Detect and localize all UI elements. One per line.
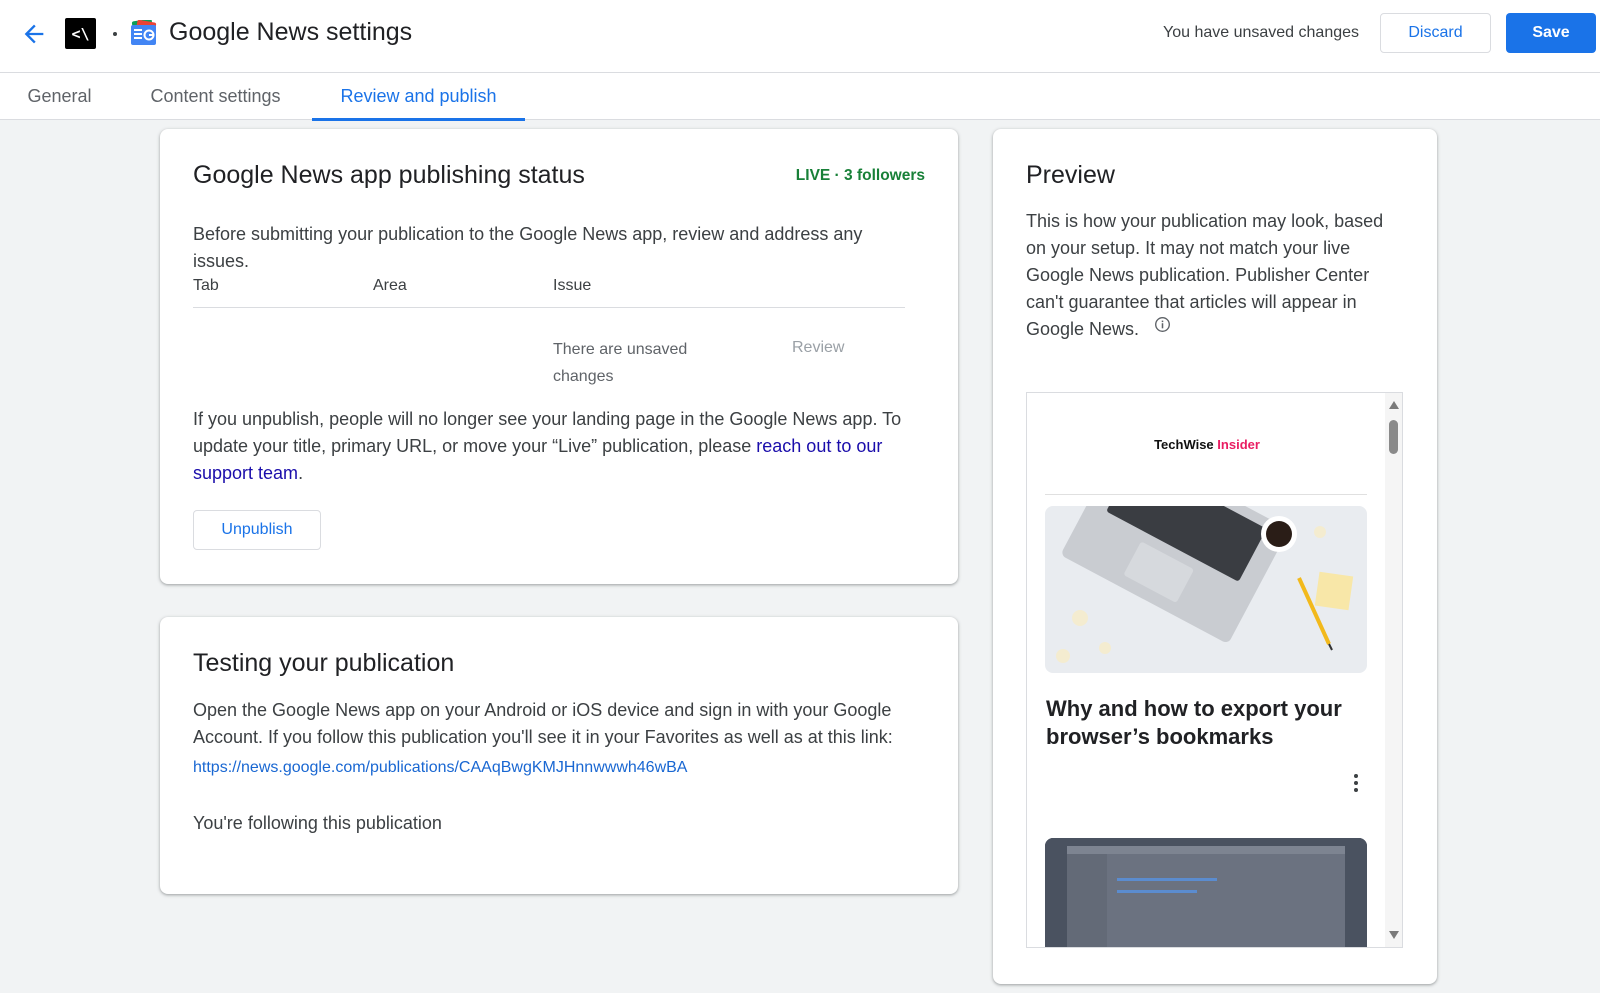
scroll-thumb[interactable]: [1389, 420, 1398, 454]
testing-title: Testing your publication: [193, 649, 455, 677]
preview-card: Preview This is how your publication may…: [993, 129, 1437, 984]
testing-body-text: Open the Google News app on your Android…: [193, 700, 893, 747]
brand-divider: [1045, 494, 1367, 495]
brand-logo: TechWise Insider: [1027, 437, 1387, 452]
publishing-status-card: Google News app publishing status LIVE ·…: [160, 129, 958, 584]
info-icon[interactable]: [1154, 316, 1171, 333]
back-arrow-icon[interactable]: [20, 20, 48, 48]
publishing-status-title: Google News app publishing status: [193, 161, 585, 189]
tab-general[interactable]: General: [0, 73, 119, 120]
save-button[interactable]: Save: [1506, 13, 1596, 53]
table-divider: [193, 307, 905, 308]
preview-description-text: This is how your publication may look, b…: [1026, 211, 1384, 339]
tab-content-settings[interactable]: Content settings: [119, 73, 312, 120]
preview-description: This is how your publication may look, b…: [1026, 208, 1396, 343]
article-title[interactable]: Why and how to export your browser’s boo…: [1046, 695, 1366, 751]
preview-scrollbar[interactable]: [1385, 393, 1402, 947]
article-image[interactable]: [1045, 506, 1367, 673]
publication-logo: <\: [65, 18, 96, 49]
scroll-up-arrow[interactable]: [1389, 401, 1399, 409]
tab-bar: General Content settings Review and publ…: [0, 73, 1600, 121]
preview-title: Preview: [1026, 161, 1115, 189]
more-vert-icon[interactable]: [1349, 772, 1363, 794]
scroll-down-arrow[interactable]: [1389, 931, 1399, 939]
column-header-tab: Tab: [193, 277, 219, 294]
unpublish-info-suffix: .: [298, 463, 304, 483]
tab-review-and-publish[interactable]: Review and publish: [312, 73, 525, 121]
brand-name-part1: TechWise: [1154, 437, 1214, 452]
status-badge: LIVE · 3 followers: [795, 167, 925, 184]
unpublish-button[interactable]: Unpublish: [193, 510, 321, 550]
article-image-2[interactable]: [1045, 838, 1367, 947]
top-app-bar: <\ Google News settings You have unsaved…: [0, 0, 1600, 73]
issue-cell: There are unsaved changes: [553, 341, 688, 385]
column-header-issue: Issue: [553, 277, 592, 294]
testing-publication-card: Testing your publication Open the Google…: [160, 617, 958, 894]
separator-dot: [113, 32, 117, 36]
review-link[interactable]: Review: [792, 339, 844, 357]
page-title: Google News settings: [169, 18, 413, 46]
publication-url-link[interactable]: https://news.google.com/publications/CAA…: [193, 759, 687, 777]
preview-frame[interactable]: TechWise Insider Why and how to export y…: [1026, 392, 1403, 948]
unsaved-changes-text: You have unsaved changes: [1163, 24, 1360, 41]
unpublish-info-text: If you unpublish, people will no longer …: [193, 406, 905, 487]
review-intro-text: Before submitting your publication to th…: [193, 224, 863, 271]
discard-button[interactable]: Discard: [1380, 13, 1491, 53]
google-news-icon: [131, 20, 157, 45]
brand-name-part2: Insider: [1217, 437, 1260, 452]
following-status-text: You're following this publication: [193, 813, 442, 833]
column-header-area: Area: [373, 277, 407, 294]
